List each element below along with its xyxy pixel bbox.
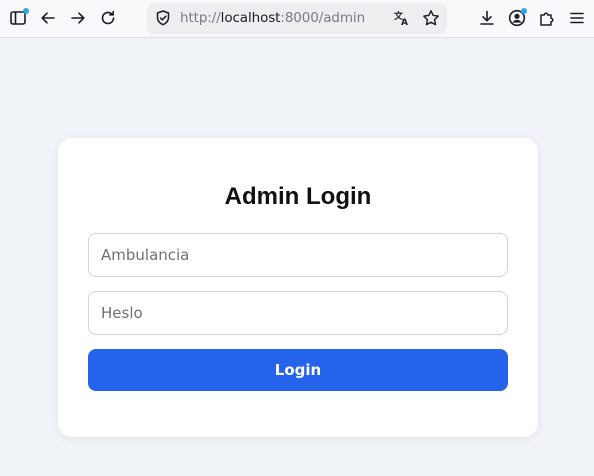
back-arrow-icon[interactable] xyxy=(37,7,59,29)
password-input[interactable] xyxy=(88,291,508,335)
browser-toolbar: http://localhost:8000/admin 文A xyxy=(0,0,594,38)
menu-icon[interactable] xyxy=(566,7,588,29)
reload-icon[interactable] xyxy=(97,7,119,29)
translate-icon[interactable]: 文A xyxy=(393,9,411,27)
url-scheme: http:// xyxy=(180,10,221,26)
sidebar-notification-dot xyxy=(23,8,29,14)
account-notification-dot xyxy=(521,8,527,14)
shield-icon[interactable] xyxy=(154,9,172,27)
forward-arrow-icon[interactable] xyxy=(67,7,89,29)
url-text[interactable]: http://localhost:8000/admin xyxy=(180,10,365,26)
login-button[interactable]: Login xyxy=(88,349,508,391)
url-path: :8000/admin xyxy=(280,10,366,26)
download-icon[interactable] xyxy=(476,7,498,29)
url-bar[interactable]: http://localhost:8000/admin 文A xyxy=(147,3,447,34)
username-input[interactable] xyxy=(88,233,508,277)
page-title: Admin Login xyxy=(224,183,372,210)
extensions-icon[interactable] xyxy=(536,7,558,29)
login-card: Admin Login Login xyxy=(58,138,538,437)
star-icon[interactable] xyxy=(422,9,440,27)
url-host: localhost xyxy=(220,10,281,26)
svg-text:A: A xyxy=(401,18,408,27)
